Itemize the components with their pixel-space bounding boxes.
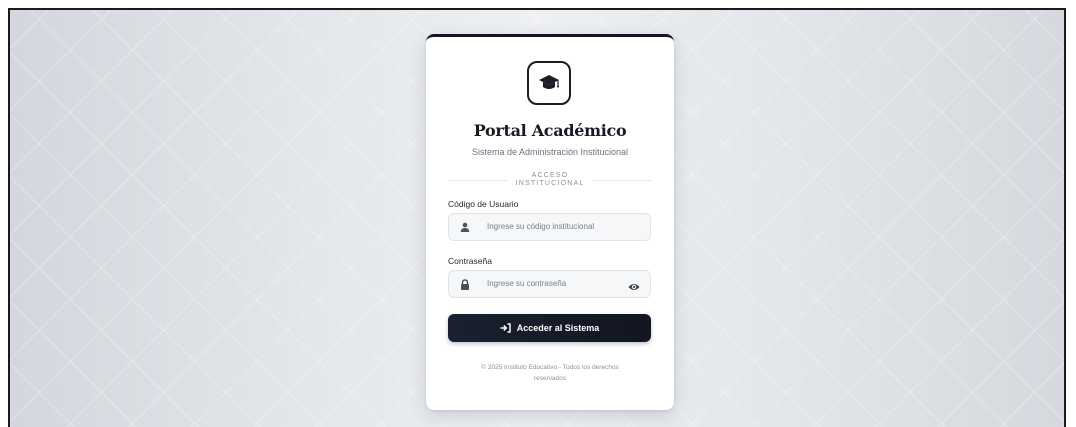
divider-label-line2: INSTITUCIONAL xyxy=(515,180,585,187)
user-icon xyxy=(459,221,471,233)
eye-icon[interactable] xyxy=(628,279,640,290)
logo xyxy=(527,61,571,105)
login-card: Portal Académico Sistema de Administraci… xyxy=(426,34,674,410)
user-code-field[interactable]: Ingrese su código institucional xyxy=(448,213,651,241)
divider-label-line1: ACCESO xyxy=(531,172,569,179)
page-title: Portal Académico xyxy=(473,121,627,140)
footer-line2: reservados xyxy=(533,375,567,382)
user-code-placeholder: Ingrese su código institucional xyxy=(487,222,595,231)
divider-line-left xyxy=(448,180,508,181)
password-label: Contraseña xyxy=(448,256,492,266)
submit-button-label: Acceder al Sistema xyxy=(516,323,600,333)
section-divider: ACCESO INSTITUCIONAL xyxy=(448,172,652,192)
lock-icon xyxy=(459,278,471,290)
footer-copyright: © 2025 Instituto Educativo - Todos los d… xyxy=(460,362,640,384)
password-field[interactable]: Ingrese su contraseña xyxy=(448,270,651,298)
submit-button[interactable]: Acceder al Sistema xyxy=(448,314,651,342)
user-code-label: Código de Usuario xyxy=(448,199,519,209)
page-background: Portal Académico Sistema de Administraci… xyxy=(8,8,1066,427)
footer-line1: © 2025 Instituto Educativo - Todos los d… xyxy=(481,364,619,371)
sign-in-icon xyxy=(500,323,511,333)
graduation-cap-icon xyxy=(538,74,560,92)
page-subtitle: Sistema de Administración Institucional xyxy=(471,147,629,157)
divider-line-right xyxy=(592,180,652,181)
divider-label: ACCESO INSTITUCIONAL xyxy=(510,172,590,188)
password-placeholder: Ingrese su contraseña xyxy=(487,279,567,288)
